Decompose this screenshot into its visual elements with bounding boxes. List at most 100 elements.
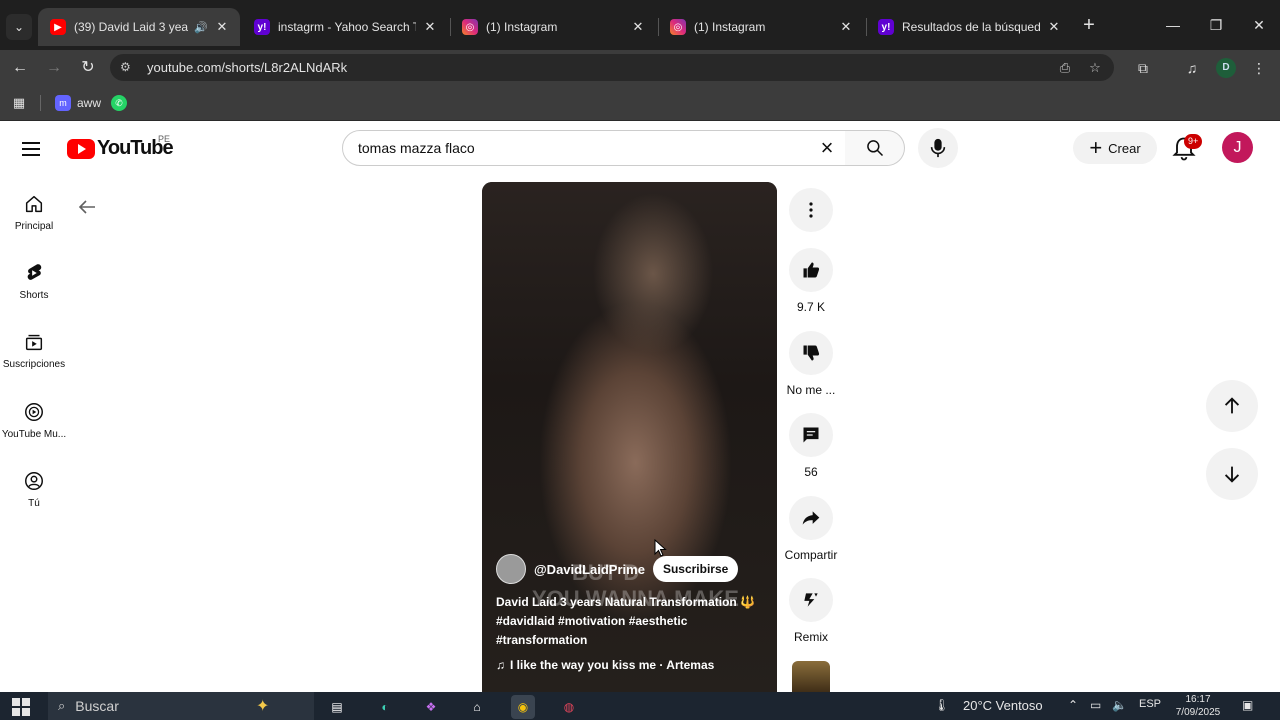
- tab-youtube[interactable]: ▶ (39) David Laid 3 years N 🔊 ✕: [38, 8, 240, 46]
- share-label: Compartir: [784, 548, 838, 562]
- previous-short-button[interactable]: [1206, 380, 1258, 432]
- clock[interactable]: 16:17 7/09/2025: [1166, 693, 1230, 719]
- guide-label: YouTube Mu...: [1, 429, 67, 440]
- shorts-video-player[interactable]: BUT D YOU WANNA MAKE @DavidLaidPrime Sus…: [482, 182, 777, 692]
- channel-avatar[interactable]: [496, 554, 526, 584]
- window-close-icon[interactable]: ✕: [1248, 14, 1270, 36]
- minimize-icon[interactable]: —: [1162, 14, 1184, 36]
- mastodon-icon: m: [55, 95, 71, 111]
- weather-icon[interactable]: 🌡: [934, 698, 949, 712]
- search-button[interactable]: [845, 130, 905, 166]
- guide-menu-icon[interactable]: [22, 138, 46, 160]
- tab-yahoo-search[interactable]: y! instagrm - Yahoo Search Tu ✕: [242, 8, 448, 46]
- notification-center-icon[interactable]: ▣: [1242, 698, 1253, 712]
- edge-icon[interactable]: ◐: [373, 695, 397, 719]
- language-indicator[interactable]: ESP: [1139, 698, 1161, 710]
- office-icon[interactable]: ⌂: [465, 695, 489, 719]
- tab-close-icon[interactable]: ✕: [630, 19, 646, 35]
- more-options-button[interactable]: [781, 188, 841, 232]
- guide-item-shorts[interactable]: Shorts: [0, 262, 68, 301]
- chrome-icon[interactable]: ◉: [511, 695, 535, 719]
- tab-search-chevron-icon[interactable]: ⌄: [6, 14, 32, 40]
- create-button[interactable]: + Crear: [1073, 132, 1157, 164]
- bookmarks-bar: ▦ m aww ✆: [0, 85, 1280, 121]
- notification-badge: 9+: [1184, 134, 1203, 149]
- bookmark-whatsapp[interactable]: ✆: [111, 93, 127, 113]
- next-short-button[interactable]: [1206, 448, 1258, 500]
- taskbar-search[interactable]: ⌕ Buscar: [48, 692, 314, 720]
- back-icon[interactable]: ←: [8, 56, 32, 80]
- tab-close-icon[interactable]: ✕: [838, 19, 854, 35]
- subscriptions-icon: [25, 334, 43, 351]
- app-circle-icon[interactable]: ◍: [557, 695, 581, 719]
- video-caption[interactable]: David Laid 3 years Natural Transformatio…: [496, 593, 766, 650]
- share-button[interactable]: Compartir: [781, 496, 841, 562]
- apps-grid-icon[interactable]: ▦: [10, 94, 28, 112]
- back-arrow-icon[interactable]: [75, 195, 99, 219]
- instagram-favicon-icon: ◎: [462, 19, 478, 35]
- tab-title: instagrm - Yahoo Search Tu: [278, 20, 416, 34]
- youtube-logo[interactable]: YouTube: [67, 137, 174, 160]
- more-vert-icon: [789, 188, 833, 232]
- arrow-up-icon: [1224, 397, 1240, 414]
- windows-start-icon[interactable]: [12, 698, 30, 716]
- tab-yahoo-results[interactable]: y! Resultados de la búsqueda c ✕: [866, 8, 1072, 46]
- restore-icon[interactable]: ❐: [1205, 14, 1227, 36]
- browser-profile-avatar[interactable]: D: [1216, 58, 1236, 78]
- copilot-sparkle-icon[interactable]: ✦: [256, 696, 269, 716]
- volume-icon[interactable]: 🔈: [1112, 698, 1127, 712]
- extensions-icon[interactable]: ⧉: [1131, 56, 1155, 80]
- bookmark-aww[interactable]: m aww: [55, 93, 101, 113]
- weather-text[interactable]: 20°C Ventoso: [963, 698, 1043, 713]
- sound-thumbnail[interactable]: [792, 661, 830, 693]
- country-code: PE: [158, 134, 171, 144]
- copilot-app-icon[interactable]: ❖: [419, 695, 443, 719]
- channel-name[interactable]: @DavidLaidPrime: [534, 562, 645, 577]
- address-bar[interactable]: ⚙ youtube.com/shorts/L8r2ALNdARk ⎙ ☆: [110, 54, 1114, 81]
- caption-hashtags[interactable]: #davidlaid #motivation #aesthetic: [496, 612, 766, 631]
- clear-search-icon[interactable]: ×: [815, 136, 839, 160]
- tab-title: (39) David Laid 3 years N: [74, 20, 189, 34]
- tray-chevron-icon[interactable]: ⌃: [1068, 698, 1078, 712]
- search-icon: [866, 140, 883, 157]
- guide-item-youtube-music[interactable]: YouTube Mu...: [0, 401, 68, 440]
- remix-button[interactable]: Remix: [781, 578, 841, 644]
- account-avatar[interactable]: J: [1222, 132, 1253, 163]
- tab-close-icon[interactable]: ✕: [422, 19, 438, 35]
- tab-title: (1) Instagram: [486, 20, 558, 34]
- forward-icon[interactable]: →: [42, 56, 66, 80]
- bookmark-star-icon[interactable]: ☆: [1086, 59, 1104, 77]
- comments-button[interactable]: 56: [781, 413, 841, 479]
- search-input[interactable]: [358, 138, 798, 158]
- speaker-icon[interactable]: 🔊: [194, 21, 208, 34]
- task-view-icon[interactable]: ▤: [325, 695, 349, 719]
- caption-line: David Laid 3 years Natural Transformatio…: [496, 595, 756, 609]
- dislike-button[interactable]: No me ...: [781, 331, 841, 397]
- like-button[interactable]: 9.7 K: [781, 248, 841, 314]
- music-title: I like the way you kiss me · Artemas: [510, 658, 715, 672]
- caption-hashtags[interactable]: #transformation: [496, 631, 766, 650]
- tab-instagram-2[interactable]: ◎ (1) Instagram ✕: [658, 8, 864, 46]
- tab-instagram-1[interactable]: ◎ (1) Instagram ✕: [450, 8, 656, 46]
- plus-icon: +: [1089, 135, 1103, 160]
- music-note-icon: ♫: [496, 658, 505, 672]
- guide-item-you[interactable]: Tú: [0, 470, 68, 509]
- music-row[interactable]: ♫ I like the way you kiss me · Artemas: [496, 658, 714, 672]
- tab-close-icon[interactable]: ✕: [214, 19, 230, 35]
- url-text[interactable]: youtube.com/shorts/L8r2ALNdARk: [147, 60, 347, 75]
- install-app-icon[interactable]: ⎙: [1056, 59, 1074, 77]
- dislike-label: No me ...: [786, 383, 836, 397]
- new-tab-plus-icon[interactable]: +: [1078, 15, 1100, 37]
- reload-icon[interactable]: ↻: [76, 56, 100, 80]
- menu-kebab-icon[interactable]: ⋮: [1247, 56, 1271, 80]
- tab-title: Resultados de la búsqueda c: [902, 20, 1040, 34]
- tab-close-icon[interactable]: ✕: [1046, 19, 1062, 35]
- subscribe-button[interactable]: Suscribirse: [652, 556, 739, 582]
- voice-search-button[interactable]: [918, 128, 958, 168]
- battery-icon[interactable]: ▭: [1090, 698, 1101, 712]
- site-info-icon[interactable]: ⚙: [120, 59, 136, 75]
- guide-item-home[interactable]: Principal: [0, 193, 68, 232]
- media-controls-icon[interactable]: ♫: [1180, 56, 1204, 80]
- bookmark-label: aww: [77, 96, 102, 110]
- guide-item-subscriptions[interactable]: Suscripciones: [0, 331, 68, 370]
